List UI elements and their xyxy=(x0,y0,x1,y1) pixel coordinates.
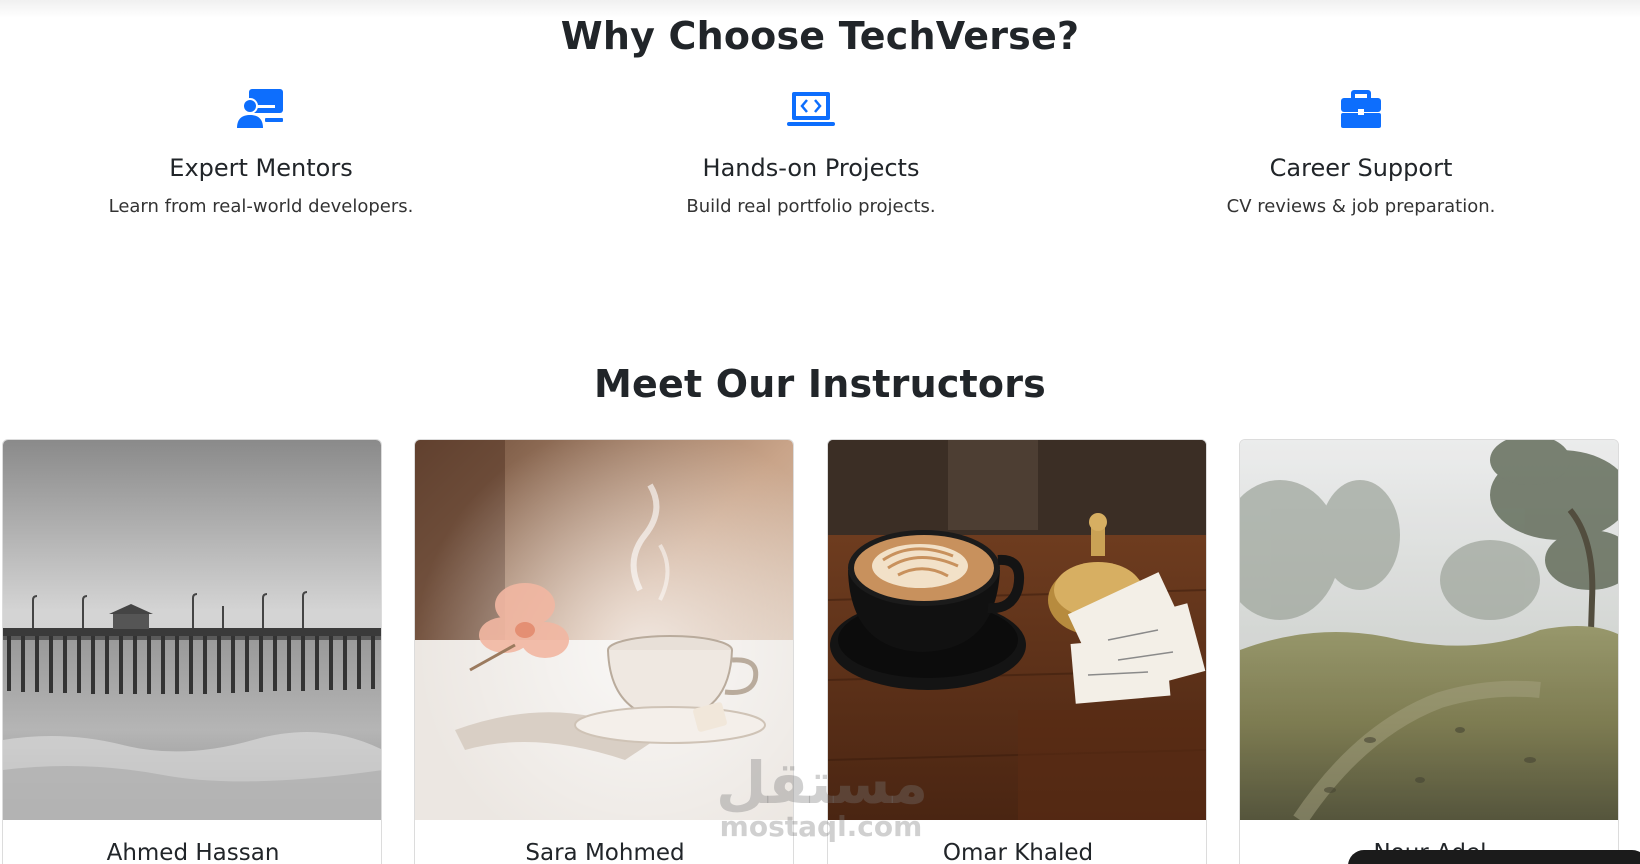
feature-description: Learn from real-world developers. xyxy=(108,196,414,217)
feature-title: Hands-on Projects xyxy=(702,154,920,182)
laptop-code-icon xyxy=(787,92,835,126)
person-video-icon xyxy=(237,89,283,128)
instructor-card[interactable]: Sara Mohmed xyxy=(414,439,794,864)
page: Why Choose TechVerse? Expert Mentors Lea… xyxy=(0,0,1640,864)
feature-title: Expert Mentors xyxy=(169,154,353,182)
instructors-section-title: Meet Our Instructors xyxy=(593,362,1046,406)
feature-career-support: Career Support CV reviews & job preparat… xyxy=(1161,86,1561,217)
feature-expert-mentors: Expert Mentors Learn from real-world dev… xyxy=(61,86,461,217)
instructor-name: Omar Khaled xyxy=(942,840,1094,864)
feature-description: CV reviews & job preparation. xyxy=(1226,196,1496,217)
instructor-name: Sara Mohmed xyxy=(525,840,685,864)
instructor-card[interactable]: Ahmed Hassan xyxy=(2,439,382,864)
why-section-title: Why Choose TechVerse? xyxy=(560,14,1080,58)
instructor-name: Ahmed Hassan xyxy=(106,840,280,864)
instructor-card[interactable]: Omar Khaled xyxy=(827,439,1207,864)
feature-description: Build real portfolio projects. xyxy=(686,196,936,217)
chat-widget-button[interactable] xyxy=(1348,850,1640,864)
briefcase-icon xyxy=(1341,90,1381,128)
feature-title: Career Support xyxy=(1269,154,1453,182)
pier-photo xyxy=(3,440,381,820)
tea-cup-photo xyxy=(415,440,793,820)
foggy-hill-photo xyxy=(1240,440,1618,820)
instructor-card[interactable]: Nour Adel xyxy=(1239,439,1619,864)
coffee-photo xyxy=(828,440,1206,820)
feature-hands-on-projects: Hands-on Projects Build real portfolio p… xyxy=(611,86,1011,217)
